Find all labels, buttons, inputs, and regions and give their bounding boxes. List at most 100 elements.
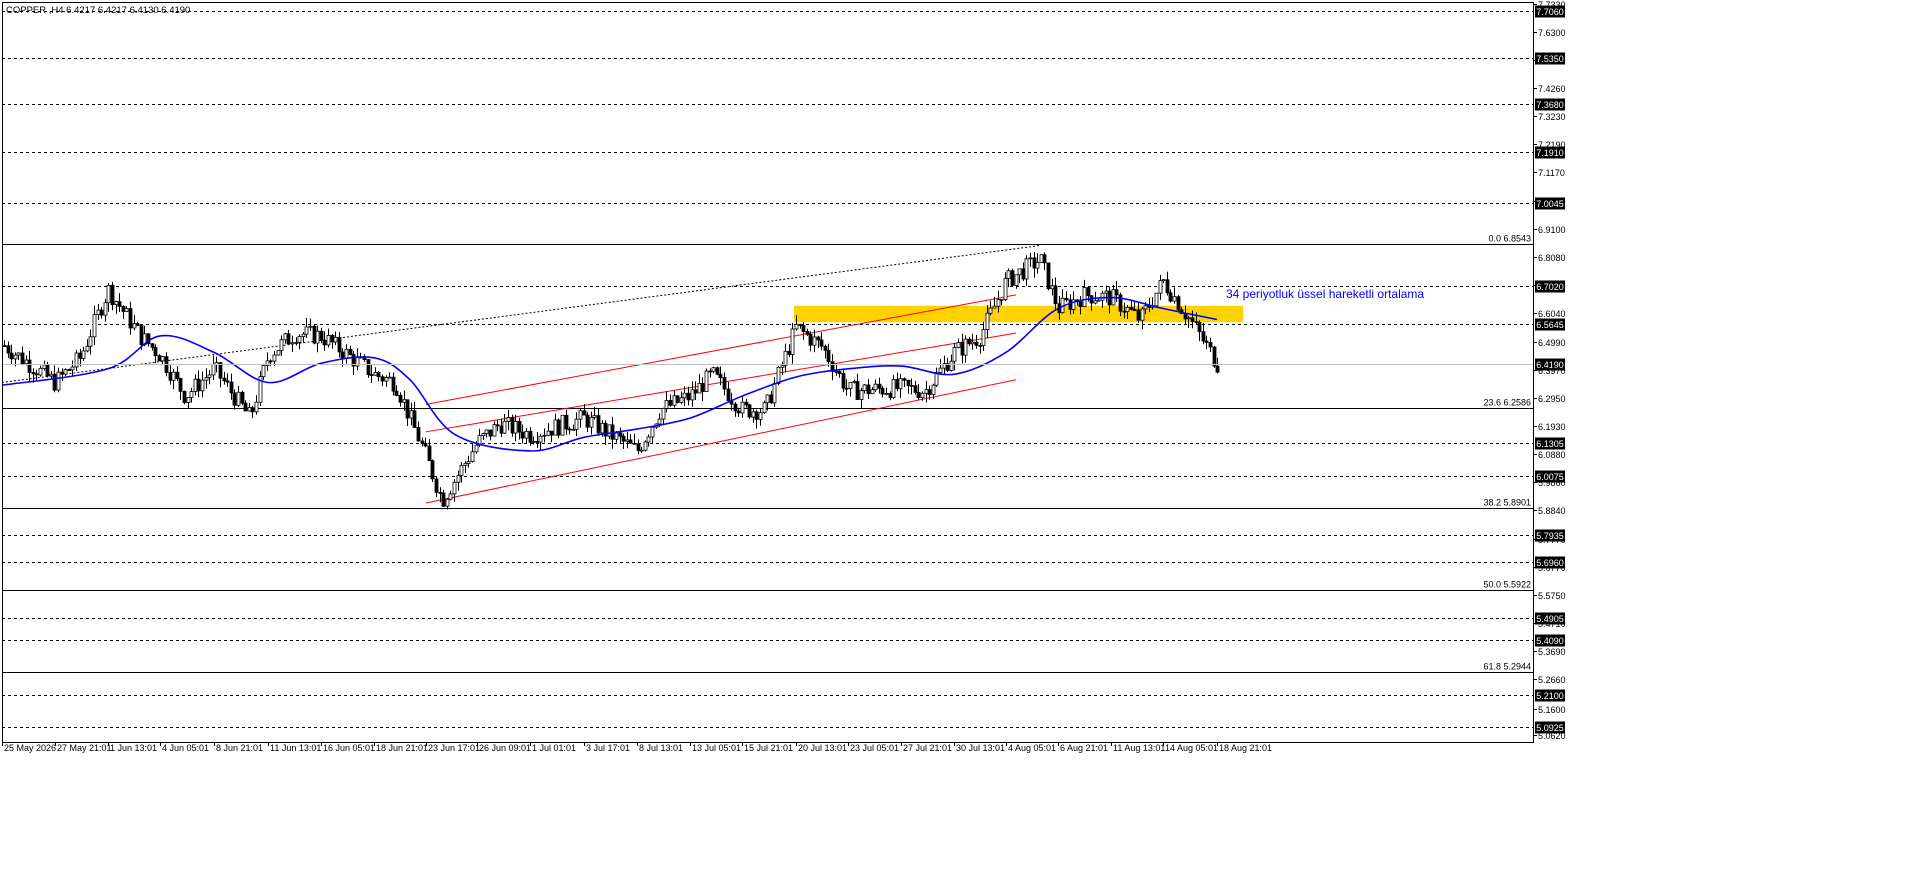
candle-body xyxy=(726,388,731,401)
candle-body xyxy=(1215,365,1220,373)
candle-body xyxy=(582,410,587,416)
candle-body xyxy=(628,439,633,444)
y-tick-label: 7.6300 xyxy=(1538,28,1566,38)
candle-body xyxy=(1086,287,1091,297)
candle-body xyxy=(304,326,309,335)
y-tick-label: 7.3230 xyxy=(1538,112,1566,122)
candle-body xyxy=(1208,342,1213,348)
candle-body xyxy=(679,397,684,403)
x-tick-label: 1 Jul 01:01 xyxy=(532,743,576,753)
candle-body xyxy=(769,394,774,404)
x-tick-label: 4 Aug 05:01 xyxy=(1008,743,1056,753)
level-label: 5.2100 xyxy=(1536,691,1564,701)
candle-body xyxy=(974,341,979,346)
candle-body xyxy=(927,389,932,395)
candle-body xyxy=(697,383,702,394)
candle-body xyxy=(276,350,281,356)
candle-body xyxy=(373,371,378,376)
candle-body xyxy=(1014,274,1019,286)
x-tick-label: 23 Jul 05:01 xyxy=(850,743,899,753)
chart-canvas[interactable]: 0.0 6.8543 23.6 6.2586 38.2 5.8901 50.0 5.5… xyxy=(0,0,1916,888)
candle-body xyxy=(218,362,223,379)
candle-body xyxy=(560,414,565,436)
candle-body xyxy=(96,309,101,316)
candle-body xyxy=(790,328,795,355)
y-tick-label: 7.4260 xyxy=(1538,84,1566,94)
candle-body xyxy=(103,302,108,316)
level-label: 7.7060 xyxy=(1536,7,1564,17)
candle-body xyxy=(193,378,198,392)
y-tick-label: 5.2660 xyxy=(1538,675,1566,685)
candle-body xyxy=(1183,313,1188,320)
candle-body xyxy=(348,348,353,355)
candle-body xyxy=(1136,309,1141,321)
x-tick-label: 26 Jun 09:01 xyxy=(479,743,531,753)
x-tick-label: 1 Jun 13:01 xyxy=(110,743,157,753)
candle-body xyxy=(744,401,749,406)
candle-body xyxy=(92,314,97,338)
candle-body xyxy=(819,339,824,347)
candle-body xyxy=(1082,287,1087,307)
candle-body xyxy=(780,365,785,368)
candle-body xyxy=(376,371,381,378)
candle-body xyxy=(488,429,493,437)
candle-body xyxy=(1017,268,1022,276)
candle-body xyxy=(196,378,201,392)
candle-body xyxy=(841,373,846,389)
candle-body xyxy=(240,391,245,404)
candle-body xyxy=(924,389,929,394)
candle-body xyxy=(322,339,327,346)
candle-body xyxy=(13,354,18,360)
candle-body xyxy=(913,385,918,393)
candle-body xyxy=(1204,340,1209,343)
candle-body xyxy=(1114,289,1119,296)
y-tick-label: 5.1600 xyxy=(1538,705,1566,715)
candle-body xyxy=(592,415,597,418)
price-chart[interactable]: 0.0 6.8543 23.6 6.2586 38.2 5.8901 50.0 5.5… xyxy=(0,0,1916,888)
candle-body xyxy=(387,376,392,379)
candle-body xyxy=(906,379,911,386)
candle-body xyxy=(391,376,396,392)
candle-body xyxy=(895,379,900,390)
candle-body xyxy=(682,392,687,399)
candle-body xyxy=(787,350,792,355)
candle-body xyxy=(63,369,68,375)
candle-body xyxy=(798,323,803,326)
candle-body xyxy=(150,343,155,348)
candle-body xyxy=(52,373,57,391)
candle-body xyxy=(499,425,504,434)
candle-body xyxy=(45,364,50,377)
candle-body xyxy=(470,451,475,462)
candle-body xyxy=(229,381,234,394)
candle-body xyxy=(996,299,1001,307)
candle-body xyxy=(535,441,540,443)
candle-body xyxy=(412,410,417,428)
candle-body xyxy=(290,342,295,345)
candle-body xyxy=(808,333,813,346)
candle-body xyxy=(211,364,216,376)
level-label: 7.3680 xyxy=(1536,100,1564,110)
candle-body xyxy=(492,424,497,437)
candle-body xyxy=(618,432,623,437)
candle-body xyxy=(762,402,767,414)
candle-body xyxy=(366,359,371,375)
candle-body xyxy=(394,390,399,396)
candle-body xyxy=(308,325,313,328)
y-tick-label: 5.3690 xyxy=(1538,647,1566,657)
candle-body xyxy=(405,399,410,419)
candle-body xyxy=(859,390,864,400)
candle-body xyxy=(776,366,781,384)
candle-body xyxy=(24,359,29,365)
x-tick-label: 13 Jul 05:01 xyxy=(692,743,741,753)
level-label: 7.5350 xyxy=(1536,54,1564,64)
candle-body xyxy=(934,372,939,386)
candle-body xyxy=(740,401,745,414)
candle-body xyxy=(751,411,756,418)
level-label: 5.4090 xyxy=(1536,636,1564,646)
candle-body xyxy=(49,373,54,377)
candle-body xyxy=(884,393,889,395)
candle-body xyxy=(826,349,831,363)
candle-body xyxy=(236,391,241,406)
candle-body xyxy=(9,352,14,360)
candle-body xyxy=(286,333,291,345)
